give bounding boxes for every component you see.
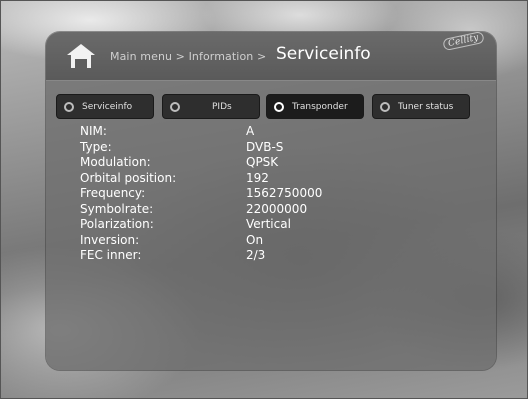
tab-label: Transponder [292,101,348,112]
page-title: Serviceinfo [276,44,371,64]
radio-ring-icon [170,101,180,112]
info-value: DVB-S [246,139,284,154]
tab-serviceinfo[interactable]: Serviceinfo [56,94,154,119]
info-value: Vertical [246,217,291,231]
tab-label: Tuner status [398,101,454,112]
info-key: Inversion: [80,232,140,247]
info-key: NIM: [80,124,107,138]
info-key: Polarization: [80,217,154,231]
info-key: Symbolrate: [80,201,154,216]
info-value: 2/3 [246,248,266,262]
info-value: 192 [246,170,269,185]
tab-label: PIDs [212,101,232,112]
info-value: 22000000 [246,201,308,216]
info-key: Modulation: [80,155,151,169]
info-value: A [246,124,255,138]
tab-tuner-status[interactable]: Tuner status [372,94,470,119]
info-value: 1562750000 [246,186,323,200]
info-key: Orbital position: [80,170,177,185]
info-key: Type: [80,139,112,154]
tab-pids[interactable]: PIDs [162,94,260,119]
radio-ring-icon [274,101,284,112]
info-key: Frequency: [80,186,146,200]
radio-ring-icon [64,101,74,112]
tab-label: Serviceinfo [82,101,133,112]
breadcrumb: Main menu > Information > [110,50,267,63]
info-value: On [246,232,264,247]
home-icon[interactable] [66,42,96,70]
info-value: QPSK [246,155,279,169]
radio-ring-icon [380,101,390,112]
info-key: FEC inner: [80,248,142,262]
tab-transponder[interactable]: Transponder [266,94,364,119]
